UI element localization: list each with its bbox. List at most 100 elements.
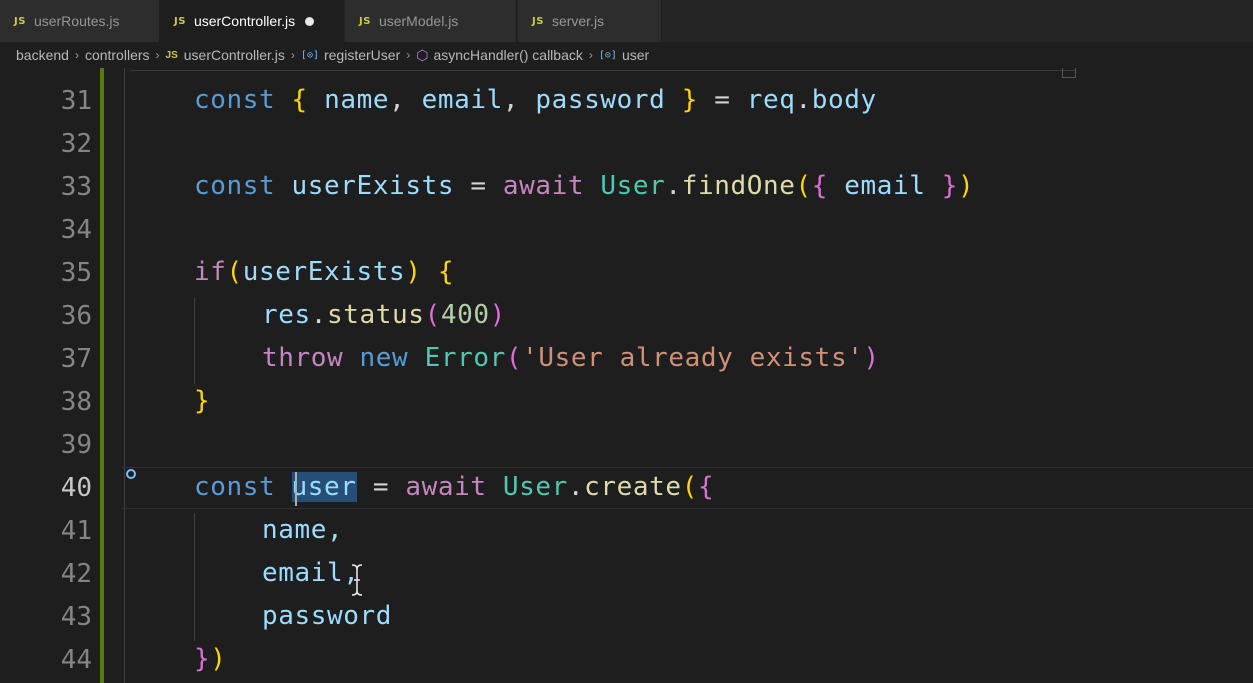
token-variable: res	[262, 300, 311, 330]
token-brace: {	[697, 472, 715, 502]
code-text: })	[194, 644, 227, 674]
code-line-40[interactable]: 40 const user = await User.create({	[0, 466, 1253, 509]
breadcrumb-user[interactable]: user	[622, 47, 649, 63]
selected-word-highlight[interactable]: user	[291, 472, 357, 502]
line-number: 36	[60, 301, 92, 331]
line-number: 34	[60, 215, 92, 245]
mouse-ibeam-cursor-icon	[351, 564, 363, 596]
token-paren: (	[795, 171, 812, 201]
token-property: body	[811, 85, 877, 115]
breadcrumb-backend[interactable]: backend	[16, 47, 69, 63]
chevron-right-icon: ›	[406, 48, 411, 62]
line-number: 35	[60, 258, 92, 288]
token-keyword: const	[194, 85, 276, 115]
code-line-33[interactable]: 33 const userExists = await User.findOne…	[0, 165, 1253, 208]
code-line-34[interactable]: 34	[0, 208, 1253, 251]
token-variable: req	[746, 85, 796, 115]
chevron-right-icon: ›	[155, 48, 160, 62]
token-punctuation: .	[310, 300, 328, 330]
code-text: }	[194, 386, 210, 416]
token-function: create	[584, 472, 682, 502]
tab-userModel[interactable]: JS userModel.js	[345, 0, 517, 42]
token-number: 400	[440, 300, 490, 330]
code-editor[interactable]: 31 const { name, email, password } = req…	[0, 68, 1253, 683]
chevron-right-icon: ›	[74, 48, 79, 62]
line-number: 42	[60, 559, 92, 589]
code-line-39[interactable]: 39	[0, 423, 1253, 466]
line-number: 40	[60, 473, 92, 503]
token-paren: (	[505, 343, 523, 373]
code-text: email,	[262, 558, 360, 588]
js-file-icon: JS	[165, 49, 178, 61]
token-function: status	[327, 300, 425, 330]
code-line-36[interactable]: 36 res.status(400)	[0, 294, 1253, 337]
token-paren: (	[681, 472, 698, 502]
token-variable: name	[324, 85, 390, 115]
tab-server[interactable]: JS server.js	[518, 0, 662, 42]
token-keyword: const	[194, 171, 276, 201]
code-line-32[interactable]: 32	[0, 122, 1253, 165]
breadcrumb-registerUser[interactable]: registerUser	[324, 47, 400, 63]
unsaved-changes-dot-icon[interactable]	[305, 16, 315, 26]
token-operator: =	[454, 171, 503, 201]
token-variable: password	[535, 85, 666, 115]
breadcrumb-callback[interactable]: asyncHandler() callback	[433, 47, 582, 63]
token-paren: (	[424, 300, 441, 330]
token-class: User	[600, 171, 666, 201]
js-file-icon: JS	[359, 15, 371, 27]
method-cube-icon: ⬡	[416, 46, 429, 63]
tab-label: userController.js	[193, 13, 296, 29]
line-number: 33	[60, 172, 92, 202]
tab-bar: JS userRoutes.js JS userController.js JS…	[0, 0, 1253, 42]
vscode-window: JS userRoutes.js JS userController.js JS…	[0, 0, 1253, 683]
token-keyword: throw	[262, 343, 344, 373]
token-paren: )	[210, 644, 227, 674]
scrollbar-thumb[interactable]	[1062, 68, 1076, 78]
token-string: 'User already exists'	[522, 343, 864, 373]
token-brace: {	[421, 257, 455, 287]
token-brace: }	[194, 386, 211, 416]
text-cursor	[295, 472, 297, 506]
code-line-42[interactable]: 42 email,	[0, 552, 1253, 595]
line-number: 38	[60, 387, 92, 417]
code-action-lightbulb-icon[interactable]	[126, 469, 136, 479]
token-operator: =	[356, 472, 406, 502]
token-paren: )	[863, 343, 880, 373]
token-brace: }	[941, 171, 959, 201]
tab-userRoutes[interactable]: JS userRoutes.js	[0, 0, 160, 42]
token-paren: )	[489, 300, 506, 330]
line-number: 44	[60, 645, 92, 675]
token-variable: userExists	[242, 257, 406, 287]
tab-label: userModel.js	[378, 13, 459, 29]
code-line-43[interactable]: 43 password	[0, 595, 1253, 638]
token-paren: )	[405, 257, 422, 287]
breadcrumb-file[interactable]: userController.js	[184, 47, 285, 63]
token-class: Error	[424, 343, 506, 373]
code-text: throw new Error('User already exists')	[262, 343, 880, 373]
js-file-icon: JS	[14, 15, 26, 27]
code-line-44[interactable]: 44 })	[0, 638, 1253, 681]
token-paren: )	[958, 171, 975, 201]
chevron-right-icon: ›	[588, 48, 593, 62]
code-line-38[interactable]: 38 }	[0, 380, 1253, 423]
token-keyword: const	[194, 472, 276, 502]
code-line-35[interactable]: 35 if(userExists) {	[0, 251, 1253, 294]
breadcrumb-controllers[interactable]: controllers	[85, 47, 150, 63]
token-paren: (	[226, 257, 243, 287]
token-punctuation: .	[665, 171, 682, 201]
token-brace: {	[811, 171, 828, 201]
sticky-scroll-edge	[130, 68, 1076, 71]
token-keyword: new	[359, 343, 409, 373]
token-punctuation: ,	[502, 85, 536, 115]
tab-userController[interactable]: JS userController.js	[160, 0, 344, 42]
variable-symbol-icon: [⊙]	[300, 49, 319, 61]
token-punctuation: .	[567, 472, 585, 502]
code-line-41[interactable]: 41 name,	[0, 509, 1253, 552]
code-text: name,	[262, 515, 344, 545]
code-text: const user = await User.create({	[194, 472, 714, 502]
code-line-37[interactable]: 37 throw new Error('User already exists'…	[0, 337, 1253, 380]
code-text: const { name, email, password } = req.bo…	[194, 85, 877, 115]
token-variable: email	[828, 171, 942, 201]
code-line-31[interactable]: 31 const { name, email, password } = req…	[0, 79, 1253, 122]
tab-label: userRoutes.js	[33, 13, 120, 29]
